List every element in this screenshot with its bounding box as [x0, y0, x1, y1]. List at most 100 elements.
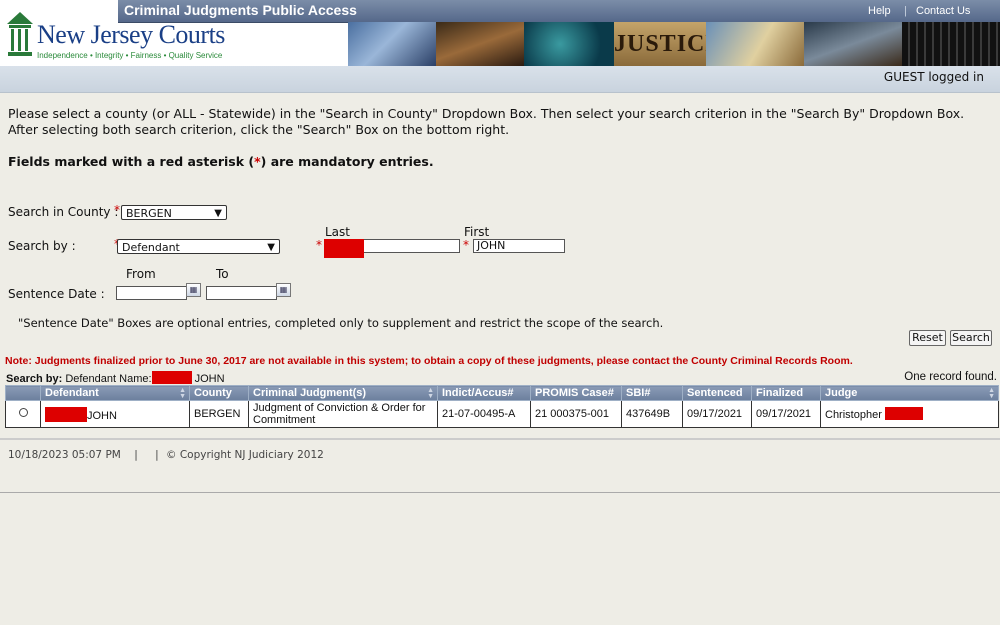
first-name-required-asterisk: *: [463, 238, 469, 252]
optional-dates-note: "Sentence Date" Boxes are optional entri…: [18, 316, 664, 330]
column-label: SBI#: [626, 387, 651, 399]
banner-image-justice: JUSTICE: [614, 22, 723, 66]
county-required-asterisk: *: [114, 203, 120, 217]
app-title: Criminal Judgments Public Access: [124, 2, 357, 18]
column-label: County: [194, 387, 232, 399]
from-date-label: From: [126, 267, 156, 281]
search-by-prefix: Search by:: [6, 373, 63, 385]
column-label: Defendant: [45, 387, 99, 399]
column-label: Criminal Judgment(s): [253, 387, 367, 399]
column-label: Indict/Accus#: [442, 387, 514, 399]
search-criteria: Search by: Defendant Name: JOHN: [6, 371, 225, 385]
sort-icon[interactable]: ▲ ▼: [988, 387, 995, 400]
calendar-icon[interactable]: ▦: [186, 283, 201, 297]
indict-cell: 21-07-00495-A: [437, 400, 531, 428]
footer-divider: [0, 438, 1000, 440]
banner-image-documents: [348, 22, 436, 66]
help-link[interactable]: Help: [868, 5, 891, 17]
sentence-date-label: Sentence Date :: [8, 287, 105, 301]
column-header-indict: Indict/Accus#: [437, 385, 531, 401]
county-label: Search in County :: [8, 205, 119, 219]
first-name-label: First: [464, 225, 490, 239]
search-button[interactable]: Search: [950, 330, 992, 346]
banner-image-data: [524, 22, 614, 66]
chevron-down-icon: ▼: [267, 242, 275, 253]
to-date-label: To: [216, 267, 229, 281]
contact-us-link[interactable]: Contact Us: [916, 5, 970, 17]
logo-name: New Jersey Courts: [37, 20, 225, 49]
criteria-first-name: JOHN: [194, 373, 225, 385]
toplink-divider: |: [904, 5, 907, 17]
county-select[interactable]: BERGEN ▼: [121, 205, 227, 220]
mandatory-note-post: ) are mandatory entries.: [260, 154, 434, 169]
banner-justice-text: JUSTICE: [614, 31, 723, 57]
footer-separator: |: [134, 449, 138, 461]
sort-icon[interactable]: ▲ ▼: [179, 387, 186, 400]
reset-button[interactable]: Reset: [909, 330, 946, 346]
judgment-cell[interactable]: Judgment of Conviction & Order for Commi…: [248, 400, 438, 428]
select-column-header: [5, 385, 41, 401]
redacted-defendant-last: [151, 371, 192, 384]
column-header-county: County: [189, 385, 249, 401]
column-label: Sentenced: [687, 387, 743, 399]
finalized-cell: 09/17/2021: [751, 400, 821, 428]
sbi-cell: 437649B: [621, 400, 683, 428]
sentence-date-to-input[interactable]: [206, 286, 277, 300]
sentenced-cell: 09/17/2021: [682, 400, 752, 428]
sort-icon[interactable]: ▲ ▼: [427, 387, 434, 400]
guest-status: GUEST logged in: [883, 70, 984, 84]
column-header-sentenced: Sentenced: [682, 385, 752, 401]
search-by-select-value: Defendant: [122, 241, 180, 254]
footer-separator: |: [155, 449, 159, 461]
defendant-cell: JOHN: [40, 400, 190, 428]
table-row[interactable]: JOHN BERGEN Judgment of Conviction & Ord…: [5, 400, 999, 428]
search-by-label: Search by :: [8, 239, 76, 253]
promis-cell: 21 000375-001: [530, 400, 622, 428]
footer-copyright: © Copyright NJ Judiciary 2012: [165, 449, 324, 461]
column-header-criminal-judgment[interactable]: Criminal Judgment(s) ▲ ▼: [248, 385, 438, 401]
results-table: Defendant ▲ ▼ County Criminal Judgment(s) ▲…: [5, 385, 999, 428]
banner: JUSTICE: [348, 22, 1000, 66]
mandatory-note: Fields marked with a red asterisk (*) ar…: [8, 154, 434, 169]
last-name-required-asterisk: *: [316, 238, 322, 252]
sentence-date-from-input[interactable]: [116, 286, 187, 300]
column-header-judge[interactable]: Judge ▲ ▼: [820, 385, 999, 401]
judge-first-name: Christopher: [825, 409, 882, 421]
banner-image-courtroom: [804, 22, 902, 66]
logo[interactable]: [6, 10, 34, 62]
criteria-label: Defendant Name:: [65, 373, 152, 385]
column-header-sbi: SBI#: [621, 385, 683, 401]
availability-note: Note: Judgments finalized prior to June …: [5, 355, 853, 367]
calendar-icon[interactable]: ▦: [276, 283, 291, 297]
banner-image-gavel: [436, 22, 524, 66]
table-header-row: Defendant ▲ ▼ County Criminal Judgment(s) ▲…: [5, 385, 999, 401]
county-select-value: BERGEN: [126, 207, 172, 220]
redacted-judge-last: [884, 407, 923, 420]
column-header-defendant[interactable]: Defendant ▲ ▼: [40, 385, 190, 401]
column-label: PROMIS Case#: [535, 387, 614, 399]
banner-image-scales: [706, 22, 804, 66]
mandatory-note-pre: Fields marked with a red asterisk (: [8, 154, 255, 169]
first-name-input[interactable]: JOHN: [473, 239, 565, 253]
footer-timestamp: 10/18/2023 05:07 PM: [8, 449, 121, 461]
logo-tagline: Independence • Integrity • Fairness • Qu…: [37, 51, 223, 60]
footer: 10/18/2023 05:07 PM | | © Copyright NJ J…: [8, 449, 324, 461]
instructions-line-2: After selecting both search criterion, c…: [8, 122, 510, 137]
county-cell: BERGEN: [189, 400, 249, 428]
search-by-select[interactable]: Defendant ▼: [117, 239, 280, 254]
column-header-finalized: Finalized: [751, 385, 821, 401]
radio-button[interactable]: [18, 408, 28, 417]
redacted-defendant-last: [45, 406, 87, 422]
chevron-down-icon: ▼: [214, 208, 222, 219]
record-count: One record found.: [904, 371, 997, 383]
column-label: Judge: [825, 387, 858, 399]
defendant-first-name: JOHN: [87, 409, 117, 422]
column-label: Finalized: [756, 387, 804, 399]
judge-cell: Christopher: [820, 400, 999, 428]
status-bar: [0, 66, 1000, 93]
bottom-divider: [0, 492, 1000, 493]
instructions-line-1: Please select a county (or ALL - Statewi…: [8, 106, 965, 121]
row-select-cell[interactable]: [5, 400, 41, 428]
redacted-last-name: [324, 239, 364, 258]
column-header-promis: PROMIS Case#: [530, 385, 622, 401]
